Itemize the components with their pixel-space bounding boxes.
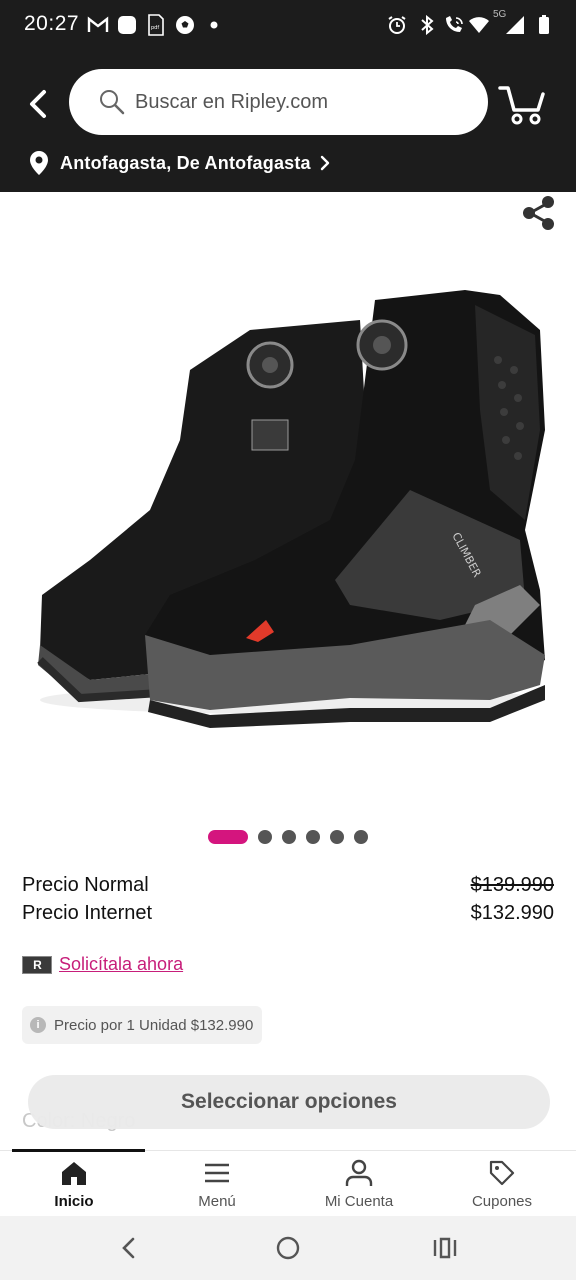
home-icon	[62, 1162, 86, 1185]
nav-item-menu[interactable]: Menú	[147, 1159, 287, 1217]
location-selector[interactable]: Antofagasta, De Antofagasta	[28, 148, 331, 178]
share-icon	[523, 196, 554, 230]
tag-icon	[489, 1160, 515, 1186]
svg-text:pdf: pdf	[151, 25, 159, 31]
nav-item-mi-cuenta[interactable]: Mi Cuenta	[289, 1159, 429, 1217]
alarm-icon	[386, 13, 408, 37]
ripley-card-logo: R	[22, 955, 52, 974]
chevron-left-icon	[122, 1237, 135, 1259]
price-internet-value: $132.990	[470, 902, 554, 924]
nav-label: Mi Cuenta	[324, 1193, 394, 1210]
carousel-dot[interactable]	[258, 830, 272, 844]
image-carousel-indicator	[0, 828, 576, 846]
system-recents-button[interactable]	[429, 1232, 461, 1264]
unit-price-text: Precio por 1 Unidad $132.990	[54, 1016, 254, 1034]
gmail-icon	[86, 13, 110, 37]
chevron-left-icon	[30, 90, 46, 118]
nav-label: Inicio	[54, 1193, 94, 1210]
wifi-calling-icon	[442, 13, 466, 37]
active-tab-indicator	[12, 1149, 145, 1152]
info-icon: i	[30, 1017, 46, 1033]
cart-button[interactable]	[496, 80, 548, 128]
share-button[interactable]	[520, 194, 558, 232]
carousel-dot[interactable]	[306, 830, 320, 844]
soccer-ball-icon	[174, 13, 196, 37]
dot-icon	[208, 13, 220, 37]
product-boots-image: CLIMBER	[37, 290, 545, 728]
recents-icon	[433, 1237, 457, 1259]
user-icon	[345, 1159, 373, 1186]
system-home-button[interactable]	[272, 1232, 304, 1264]
pdf-icon: pdf	[147, 13, 165, 37]
nav-label: Menú	[198, 1193, 236, 1210]
chevron-right-icon	[320, 155, 329, 171]
app-header: Antofagasta, De Antofagasta	[0, 52, 576, 192]
search-input[interactable]	[135, 90, 455, 114]
carousel-dot[interactable]	[354, 830, 368, 844]
select-options-button[interactable]: Seleccionar opciones	[28, 1075, 550, 1129]
bottom-navigation: Inicio Menú Mi Cuenta Cupones	[0, 1149, 576, 1217]
home-circle-icon	[276, 1236, 300, 1260]
carousel-dot[interactable]	[282, 830, 296, 844]
carousel-dot[interactable]	[330, 830, 344, 844]
location-text: Antofagasta, De Antofagasta	[60, 152, 311, 173]
nav-item-inicio[interactable]: Inicio	[4, 1159, 144, 1217]
system-navigation-bar	[0, 1216, 576, 1280]
credit-card-promo: R Solicítala ahora	[22, 954, 183, 975]
price-normal-value: $139.990	[470, 874, 554, 896]
network-type: 5G	[493, 9, 507, 20]
apply-now-link[interactable]: Solicítala ahora	[59, 954, 183, 975]
carousel-dot-active[interactable]	[208, 830, 248, 844]
product-image[interactable]: CLIMBER	[20, 260, 560, 740]
price-normal-label: Precio Normal	[22, 874, 149, 896]
search-bar[interactable]	[69, 69, 488, 135]
unit-price-box: i Precio por 1 Unidad $132.990	[22, 1006, 262, 1044]
price-internet-label: Precio Internet	[22, 902, 153, 924]
shopping-cart-icon	[498, 86, 545, 125]
app-icon	[116, 13, 138, 37]
location-pin-icon	[30, 151, 48, 175]
wifi-icon	[467, 13, 491, 37]
hamburger-icon	[205, 1163, 229, 1183]
system-back-button[interactable]	[113, 1232, 145, 1264]
signal-icon: 5G	[493, 9, 527, 37]
back-button[interactable]	[18, 84, 58, 124]
nav-item-cupones[interactable]: Cupones	[432, 1159, 572, 1217]
battery-icon	[536, 13, 552, 37]
status-bar: 20:27 pdf 5G	[0, 0, 576, 52]
status-time: 20:27	[24, 12, 80, 35]
nav-label: Cupones	[471, 1193, 533, 1210]
bluetooth-icon	[418, 13, 436, 37]
search-icon	[100, 90, 125, 115]
